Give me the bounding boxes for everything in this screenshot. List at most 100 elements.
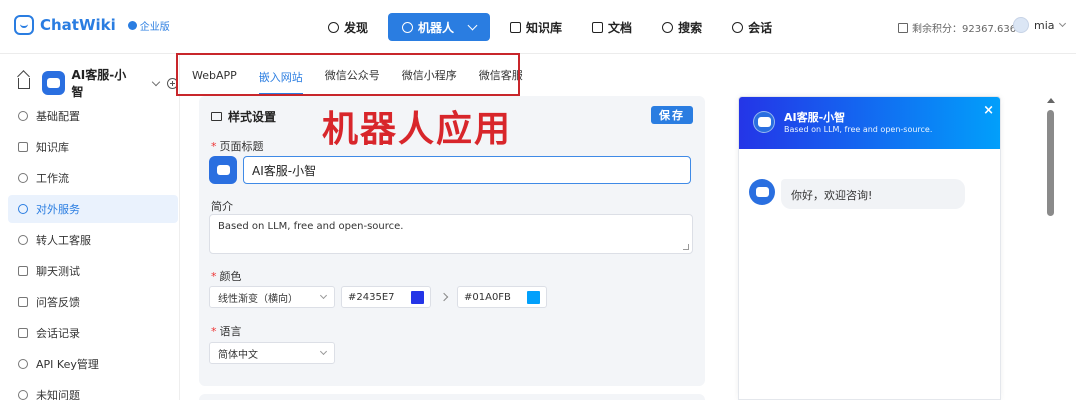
compass-icon <box>328 21 339 33</box>
panel-title-text: 样式设置 <box>228 110 277 124</box>
document-icon <box>592 21 604 33</box>
sidebar-item-label: 工作流 <box>36 172 69 185</box>
headset-icon <box>18 235 28 245</box>
sidebar-item-label: API Key管理 <box>36 358 99 371</box>
color-start-input[interactable]: #2435E7 <box>341 286 431 308</box>
verified-icon <box>127 20 137 30</box>
preview-header: AI客服-小智 Based on LLM, free and open-sour… <box>739 97 1000 149</box>
intro-textarea[interactable]: Based on LLM, free and open-source. <box>209 214 693 254</box>
nav-item-discover[interactable]: 发现 <box>318 13 378 41</box>
nav-item-chat[interactable]: 会话 <box>722 13 782 41</box>
question-icon <box>18 390 28 400</box>
home-icon[interactable] <box>18 77 30 89</box>
robot-selector: AI客服-小智 <box>18 66 178 100</box>
search-icon <box>662 21 674 33</box>
gradient-mode-select[interactable]: 线性渐变（横向） <box>209 286 335 308</box>
nav-label: 文档 <box>608 20 633 35</box>
sidebar-item-label: 基础配置 <box>36 110 80 123</box>
sidebar-menu: 基础配置 知识库 工作流 对外服务 转人工客服 聊天测试 问答反馈 会话记录 A… <box>8 102 178 400</box>
chevron-down-icon <box>1058 19 1066 28</box>
key-icon <box>18 359 28 369</box>
color-start-swatch[interactable] <box>411 290 424 304</box>
chatwiki-logo-icon <box>14 15 34 35</box>
chat-bubble-icon <box>47 72 61 88</box>
credits-text: 剩余积分：92367.636 <box>912 24 1017 35</box>
close-icon[interactable]: × <box>983 103 994 118</box>
chevron-down-icon[interactable] <box>151 77 161 86</box>
chevron-down-icon <box>319 291 328 300</box>
sidebar-item-label: 未知问题 <box>36 389 80 400</box>
color-label: * 颜色 <box>211 270 242 283</box>
sidebar-item-feedback[interactable]: 问答反馈 <box>8 288 178 316</box>
sidebar-item-session-log[interactable]: 会话记录 <box>8 319 178 347</box>
user-menu[interactable]: mia <box>1013 17 1066 33</box>
color-start-value: #2435E7 <box>348 291 395 303</box>
wallet-icon <box>898 22 908 33</box>
nav-item-robot[interactable]: 机器人 <box>388 13 491 41</box>
sidebar-item-label: 转人工客服 <box>36 234 91 247</box>
nav-label: 机器人 <box>418 20 455 35</box>
language-value: 简体中文 <box>218 349 258 361</box>
sidebar-item-api-key[interactable]: API Key管理 <box>8 350 178 378</box>
resize-handle-icon[interactable] <box>683 244 689 250</box>
robot-icon <box>402 21 414 33</box>
nav-item-search[interactable]: 搜索 <box>652 13 712 41</box>
chat-test-icon <box>18 266 28 276</box>
nav-label: 知识库 <box>526 20 563 35</box>
preview-robot-name: AI客服-小智 <box>784 111 846 124</box>
sidebar-item-workflow[interactable]: 工作流 <box>8 164 178 192</box>
chat-bubble-icon <box>757 111 771 127</box>
sidebar-item-label: 知识库 <box>36 141 69 154</box>
color-end-swatch[interactable] <box>527 290 540 304</box>
sidebar-item-chat-test[interactable]: 聊天测试 <box>8 257 178 285</box>
app-logo[interactable]: ChatWiki 企业版 <box>14 15 170 35</box>
gear-icon <box>18 111 28 121</box>
page-title-row: AI客服-小智 <box>209 156 691 184</box>
page-title-label: * 页面标题 <box>211 140 264 153</box>
edition-label: 企业版 <box>139 21 170 33</box>
user-name: mia <box>1034 18 1055 32</box>
color-end-input[interactable]: #01A0FB <box>457 286 547 308</box>
robot-avatar <box>753 111 775 133</box>
language-select[interactable]: 简体中文 <box>209 342 335 364</box>
page-avatar-upload[interactable] <box>209 156 237 184</box>
sidebar-item-label: 问答反馈 <box>36 296 80 309</box>
annotation-title: 机器人应用 <box>322 108 513 150</box>
service-icon <box>18 204 28 214</box>
nav-item-docs[interactable]: 文档 <box>582 13 642 41</box>
nav-label: 搜索 <box>678 20 703 35</box>
scroll-up-arrow-icon[interactable] <box>1047 98 1055 103</box>
next-panel-edge <box>199 394 705 400</box>
nav-item-knowledge[interactable]: 知识库 <box>500 13 572 41</box>
sidebar-item-external-service[interactable]: 对外服务 <box>8 195 178 223</box>
chevron-right-icon <box>439 292 449 302</box>
sidebar-item-unknown-questions[interactable]: 未知问题 <box>8 381 178 400</box>
chat-widget-preview: AI客服-小智 Based on LLM, free and open-sour… <box>738 96 1001 400</box>
robot-avatar <box>749 179 775 205</box>
intro-label: 简介 <box>211 200 233 213</box>
credits-balance: 剩余积分：92367.636 <box>898 20 1016 35</box>
sidebar-item-human-agent[interactable]: 转人工客服 <box>8 226 178 254</box>
annotation-highlight-box <box>176 53 520 96</box>
message-bubble: 你好，欢迎咨询! <box>781 179 965 209</box>
robot-name[interactable]: AI客服-小智 <box>71 66 137 100</box>
scrollbar-thumb[interactable] <box>1047 110 1054 216</box>
chat-bubble-icon <box>216 159 230 175</box>
gradient-mode-value: 线性渐变（横向） <box>218 293 298 305</box>
main-nav: 发现 机器人 知识库 文档 搜索 会话 <box>318 13 782 41</box>
chevron-down-icon <box>319 347 328 356</box>
sidebar-item-label: 会话记录 <box>36 327 80 340</box>
preview-robot-desc: Based on LLM, free and open-source. <box>784 125 933 134</box>
chevron-down-icon <box>467 20 478 30</box>
chat-icon <box>732 21 744 33</box>
save-button[interactable]: 保存 <box>651 106 693 124</box>
sidebar: AI客服-小智 基础配置 知识库 工作流 对外服务 转人工客服 聊天测试 问答反… <box>0 54 180 400</box>
sidebar-item-label: 对外服务 <box>36 203 80 216</box>
scrollbar[interactable] <box>1044 96 1058 400</box>
sidebar-item-basic-config[interactable]: 基础配置 <box>8 102 178 130</box>
workflow-icon <box>18 173 28 183</box>
color-row: 线性渐变（横向） #2435E7 #01A0FB <box>209 286 547 308</box>
sidebar-item-knowledge[interactable]: 知识库 <box>8 133 178 161</box>
page-title-input[interactable]: AI客服-小智 <box>243 156 691 184</box>
greeting-message: 你好，欢迎咨询! <box>749 179 965 209</box>
